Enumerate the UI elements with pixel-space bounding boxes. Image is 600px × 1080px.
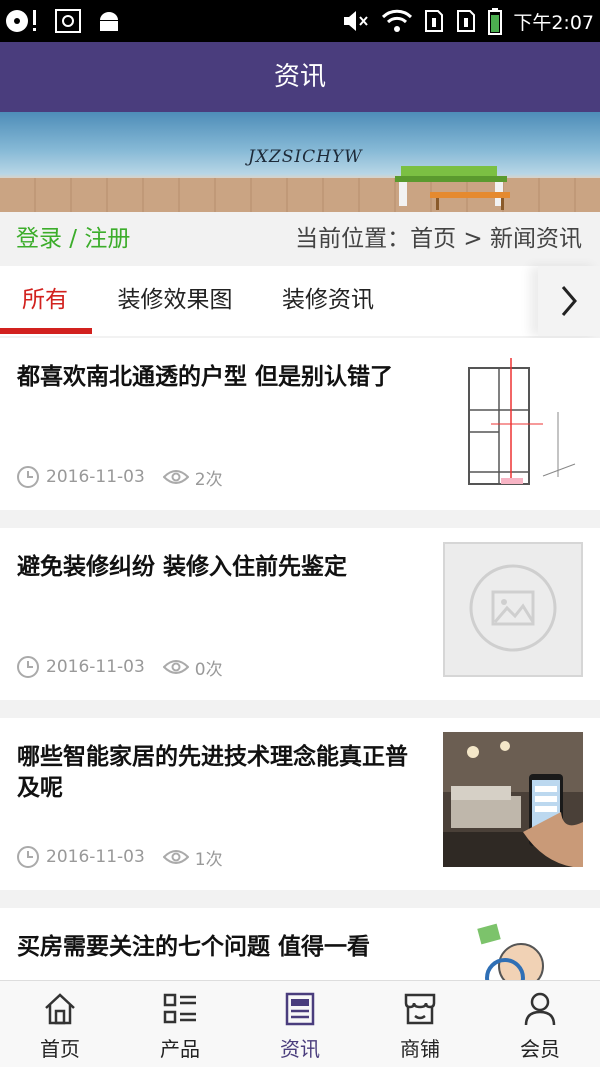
article-date: 2016-11-03 [46,657,145,677]
nav-shops-label: 商铺 [400,1037,440,1061]
wifi-icon [382,9,413,32]
bottom-navigation: 首页 产品 资讯 商铺 会员 [0,980,600,1067]
breadcrumb: 当前位置：首页 > 新闻资讯 [295,226,582,252]
banner-floor [0,178,600,212]
tabs-scroll-right-button[interactable] [538,266,600,336]
article-meta: 2016-11-03 0次 [16,654,223,680]
nav-products-label: 产品 [160,1037,200,1061]
banner[interactable]: JXZSICHYW [0,112,600,212]
eye-icon [162,660,189,674]
nav-products[interactable]: 产品 [120,981,240,1068]
tab-renovation-photos[interactable]: 装修效果图 [102,266,248,336]
media-icon [6,10,36,32]
status-bar: 下午2:07 [0,0,600,42]
home-icon [45,993,75,1025]
sim-icon [425,10,444,32]
banner-table-image [430,192,510,210]
nav-home-label: 首页 [40,1037,80,1061]
article-views: 0次 [194,659,223,680]
nav-home[interactable]: 首页 [0,981,120,1068]
clock-icon [17,656,39,678]
article-date: 2016-11-03 [46,847,145,867]
android-icon [100,12,118,31]
article-card[interactable]: 避免装修纠纷 装修入住前先鉴定 2016-11-03 0次 [0,528,600,700]
category-tabs: 所有 装修效果图 装修资讯 [0,266,600,336]
title-bar: 资讯 [0,42,600,112]
eye-icon [162,850,189,864]
nav-member[interactable]: 会员 [480,981,600,1068]
battery-icon [488,8,503,35]
shop-icon [404,993,436,1025]
clock-icon [17,466,39,488]
article-meta: 2016-11-03 2次 [16,464,223,490]
nav-news[interactable]: 资讯 [240,981,360,1068]
article-meta: 2016-11-03 1次 [16,844,223,870]
product-list-icon [163,993,196,1024]
nav-shops[interactable]: 商铺 [360,981,480,1068]
chevron-right-icon [561,286,577,316]
article-title[interactable]: 哪些智能家居的先进技术理念能真正普及呢 [17,742,417,804]
nav-member-label: 会员 [520,1037,560,1061]
screenshot-icon [55,9,81,33]
location-bar: 登录 / 注册 当前位置：首页 > 新闻资讯 [0,212,600,266]
floor-plan-thumbnail[interactable] [443,352,583,487]
article-title[interactable]: 都喜欢南北通透的户型 但是别认错了 [17,362,417,393]
member-icon [524,992,556,1026]
login-register-link[interactable]: 登录 / 注册 [16,212,130,266]
article-title[interactable]: 买房需要关注的七个问题 值得一看 [17,932,417,963]
mute-icon [344,11,369,31]
eye-icon [162,470,189,484]
sim-icon-2 [457,10,476,32]
active-tab-indicator [0,328,92,334]
article-card[interactable]: 都喜欢南北通透的户型 但是别认错了 2016-11-03 2次 [0,338,600,510]
banner-brand-text: JXZSICHYW [248,147,363,167]
article-title[interactable]: 避免装修纠纷 装修入住前先鉴定 [17,552,417,583]
article-card[interactable]: 哪些智能家居的先进技术理念能真正普及呢 2016-11-03 1次 [0,718,600,890]
article-views: 1次 [194,849,223,870]
clock: 下午2:07 [513,11,594,34]
nav-news-label: 资讯 [280,1037,320,1061]
smart-home-thumbnail[interactable] [443,732,583,867]
clock-icon [17,846,39,868]
placeholder-image-icon[interactable] [443,542,583,677]
news-icon [285,992,315,1026]
article-views: 2次 [194,469,223,490]
tab-renovation-news[interactable]: 装修资讯 [268,266,388,336]
page-title: 资讯 [273,62,326,92]
tab-all[interactable]: 所有 [0,266,90,336]
article-date: 2016-11-03 [46,467,145,487]
